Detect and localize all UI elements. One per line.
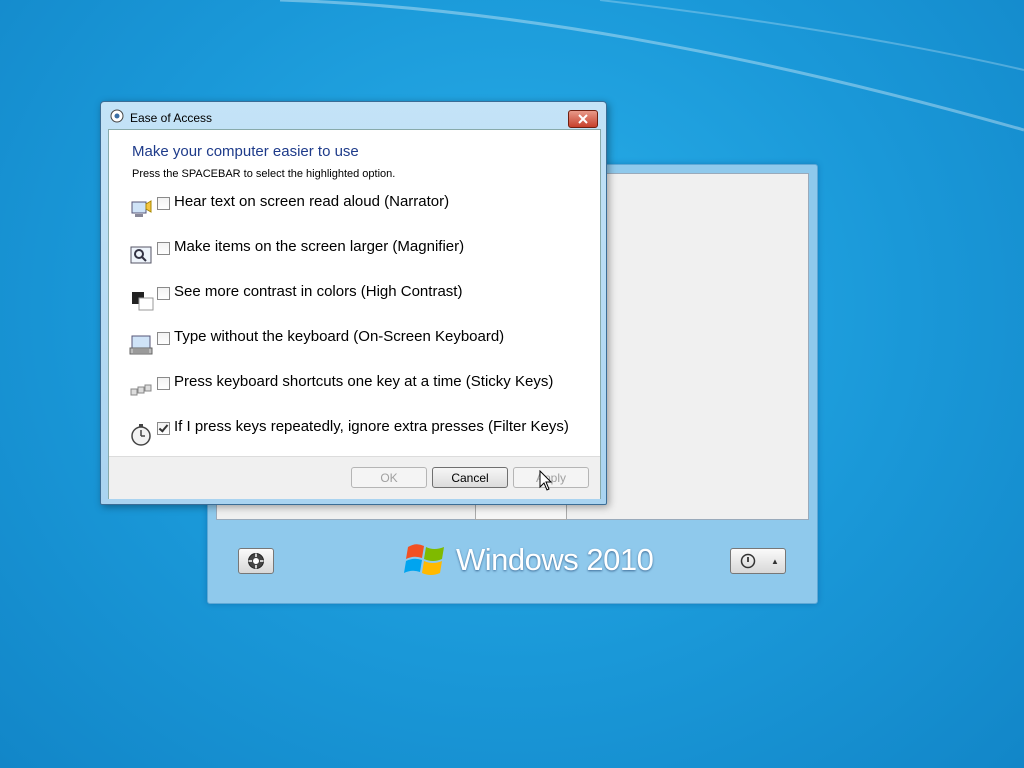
on-screen-keyboard-label: Type without the keyboard (On-Screen Key… [174, 328, 505, 345]
magnifier-icon [130, 246, 152, 264]
sticky-keys-checkbox[interactable] [157, 377, 170, 390]
mouse-cursor-icon [539, 470, 553, 491]
option-on-screen-keyboard[interactable]: Type without the keyboard (On-Screen Key… [129, 328, 589, 367]
dialog-titlebar[interactable]: Ease of Access [101, 102, 606, 128]
sticky-keys-icon [130, 384, 152, 396]
narrator-checkbox[interactable] [157, 197, 170, 210]
windows-flag-icon [404, 544, 444, 575]
filter-keys-icon [131, 424, 151, 446]
magnifier-label: Make items on the screen larger (Magnifi… [174, 238, 465, 255]
close-icon [578, 114, 588, 124]
filter-keys-label: If I press keys repeatedly, ignore extra… [174, 418, 569, 435]
ease-of-access-dialog: Ease of Access Make your computer easier… [100, 101, 607, 505]
high-contrast-icon [132, 292, 154, 311]
narrator-label: Hear text on screen read aloud (Narrator… [174, 193, 450, 210]
ease-of-access-icon [248, 553, 264, 569]
windows-brand-text: Windows 2010 [456, 542, 654, 577]
filter-keys-checkbox[interactable] [157, 422, 170, 435]
magnifier-checkbox[interactable] [157, 242, 170, 255]
shutdown-button[interactable] [730, 548, 766, 574]
option-magnifier[interactable]: Make items on the screen larger (Magnifi… [129, 238, 589, 277]
dialog-client-area: Make your computer easier to use Press t… [108, 129, 601, 499]
logon-footer: Windows 2010 ▲ [208, 529, 817, 603]
cancel-button[interactable]: Cancel [432, 467, 508, 488]
option-sticky-keys[interactable]: Press keyboard shortcuts one key at a ti… [129, 373, 589, 412]
chevron-up-icon: ▲ [771, 556, 779, 566]
dialog-button-bar: OK Cancel Apply [109, 456, 600, 499]
option-high-contrast[interactable]: See more contrast in colors (High Contra… [129, 283, 589, 322]
sticky-keys-label: Press keyboard shortcuts one key at a ti… [174, 373, 554, 390]
ease-of-access-title-icon [110, 109, 124, 123]
power-icon [740, 553, 756, 569]
dialog-hint: Press the SPACEBAR to select the highlig… [132, 168, 396, 180]
close-button[interactable] [568, 110, 598, 128]
option-filter-keys[interactable]: If I press keys repeatedly, ignore extra… [129, 418, 589, 457]
narrator-icon [131, 200, 152, 217]
option-narrator[interactable]: Hear text on screen read aloud (Narrator… [129, 193, 589, 232]
on-screen-keyboard-icon [129, 335, 153, 355]
ease-of-access-button[interactable] [238, 548, 274, 574]
dialog-heading: Make your computer easier to use [132, 143, 359, 160]
on-screen-keyboard-checkbox[interactable] [157, 332, 170, 345]
ok-button[interactable]: OK [351, 467, 427, 488]
high-contrast-checkbox[interactable] [157, 287, 170, 300]
shutdown-options-arrow[interactable]: ▲ [765, 548, 786, 574]
high-contrast-label: See more contrast in colors (High Contra… [174, 283, 463, 300]
windows-brand: Windows 2010 [404, 539, 654, 581]
dialog-title: Ease of Access [130, 111, 213, 125]
